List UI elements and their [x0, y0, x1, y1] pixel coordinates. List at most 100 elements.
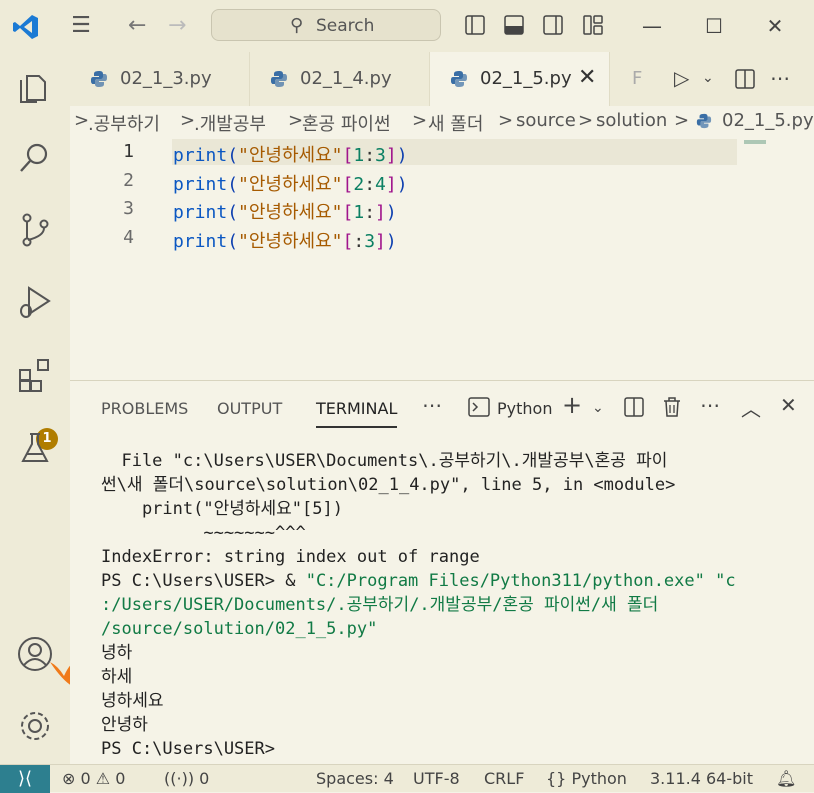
line-number: 1 [123, 141, 134, 162]
breadcrumb-separator: > [288, 110, 304, 131]
tab-overflow[interactable]: F [610, 52, 650, 106]
breadcrumb-item[interactable]: solution [596, 110, 667, 131]
tab-problems[interactable]: PROBLEMS [101, 399, 188, 418]
breadcrumb-item[interactable]: 혼공 파이썬 [302, 110, 391, 136]
more-actions-icon[interactable]: ⋯ [700, 393, 720, 417]
source-control-icon[interactable] [17, 212, 53, 248]
tab-label: 02_1_5.py [480, 68, 572, 89]
trash-icon[interactable] [662, 396, 682, 418]
warnings-count: 0 [115, 769, 126, 788]
tab-terminal[interactable]: TERMINAL [316, 399, 398, 428]
line-number: 2 [123, 170, 134, 191]
customize-layout-icon[interactable] [582, 14, 604, 36]
search-placeholder: Search [316, 16, 375, 36]
terminal-output[interactable]: File "c:\Users\USER\Documents\.공부하기\.개발공… [101, 449, 801, 761]
breadcrumb-item[interactable]: source [516, 110, 576, 131]
terminal-line: print("안녕하세요"[5]) [101, 499, 343, 519]
new-terminal-icon[interactable]: + [562, 391, 582, 419]
terminal-line: 썬\새 폴더\source\solution\02_1_4.py", line … [101, 475, 676, 495]
run-python-file-icon[interactable]: ▷ [674, 66, 689, 90]
terminal-line: 하세 [101, 667, 133, 687]
chevron-down-icon[interactable]: ⌄ [592, 400, 604, 416]
toggle-secondary-sidebar-icon[interactable] [542, 14, 564, 36]
command-search-box[interactable]: ⚲ Search [211, 9, 441, 41]
terminal-line: 안녕하 [101, 715, 148, 735]
terminal-icon [468, 397, 490, 417]
flask-icon[interactable] [17, 430, 53, 466]
tab-label: 02_1_4.py [300, 68, 392, 89]
chevron-down-icon[interactable]: ⌄ [702, 70, 714, 86]
close-window-icon[interactable]: ✕ [763, 14, 787, 38]
maximize-panel-icon[interactable]: ︿ [741, 393, 761, 422]
files-icon[interactable] [17, 70, 53, 106]
breadcrumb-separator: > [180, 110, 196, 131]
tab-output[interactable]: OUTPUT [217, 399, 282, 418]
terminal-line: 녕하 [101, 643, 133, 663]
breadcrumb-item[interactable]: .개발공부 [194, 110, 266, 136]
tab-label: F [632, 68, 643, 89]
terminal-line: File "c:\Users\USER\Documents\.공부하기\.개발공… [101, 451, 668, 471]
breadcrumb-item[interactable]: 02_1_5.py [722, 110, 814, 131]
language-status[interactable]: {} Python [546, 769, 627, 788]
terminal-line: /source/solution/02_1_5.py" [101, 619, 378, 639]
split-editor-icon[interactable] [734, 68, 756, 90]
bottom-panel: PROBLEMS OUTPUT TERMINAL ⋯ Python + ⌄ ⋯ … [70, 380, 814, 764]
arrow-left-icon[interactable]: ← [128, 13, 146, 38]
split-terminal-icon[interactable] [623, 396, 645, 418]
language-label: Python [571, 769, 627, 788]
remote-indicator-icon[interactable]: ⟩⟨ [0, 765, 50, 793]
eol-status[interactable]: CRLF [484, 769, 524, 788]
terminal-name[interactable]: Python [497, 399, 552, 418]
more-actions-icon[interactable]: ⋯ [770, 66, 790, 90]
tab-02-1-4[interactable]: 02_1_4.py [250, 52, 430, 106]
arrow-right-icon[interactable]: → [168, 13, 186, 38]
errors-count: 0 [80, 769, 91, 788]
python-file-icon [451, 71, 467, 87]
tab-02-1-3[interactable]: 02_1_3.py [70, 52, 250, 106]
search-icon[interactable] [17, 140, 53, 176]
breadcrumb-item[interactable]: .공부하기 [88, 110, 160, 136]
terminal-line: ~~~~~~~^^^ [101, 523, 306, 543]
minimize-icon[interactable]: — [640, 14, 664, 38]
terminal-line: PS C:\Users\USER> [101, 739, 275, 759]
editor-tabs: 02_1_3.py 02_1_4.py 02_1_5.py ✕ F ▷ ⌄ ⋯ [70, 52, 814, 106]
status-bar: ⟩⟨ ⊗ 0 ⚠ 0 ((·)) 0 Spaces: 4 UTF-8 CRLF … [0, 764, 814, 793]
toggle-panel-icon[interactable] [503, 14, 525, 36]
python-file-icon [91, 71, 107, 87]
ports-status[interactable]: ((·)) 0 [164, 769, 209, 788]
terminal-line: PS C:\Users\USER> & "C:/Program Files/Py… [101, 571, 736, 591]
tab-02-1-5[interactable]: 02_1_5.py ✕ [430, 52, 610, 106]
search-icon: ⚲ [290, 15, 304, 36]
broadcast-icon: ((·)) [164, 769, 195, 788]
code-editor[interactable]: 1 print("안녕하세요"[1:3]) 2 print("안녕하세요"[2:… [70, 136, 814, 380]
indentation-status[interactable]: Spaces: 4 [316, 769, 394, 788]
line-number: 4 [123, 227, 134, 248]
encoding-status[interactable]: UTF-8 [413, 769, 460, 788]
toggle-primary-sidebar-icon[interactable] [464, 14, 486, 36]
title-bar: ☰ ← → ⚲ Search — ☐ ✕ [0, 0, 814, 52]
notifications-bell-icon[interactable]: 🔔︎ [776, 769, 796, 788]
errors-status[interactable]: ⊗ 0 ⚠ 0 [62, 769, 125, 788]
extensions-icon[interactable] [17, 358, 53, 394]
warning-icon: ⚠ [95, 769, 111, 788]
menu-icon[interactable]: ☰ [68, 14, 94, 38]
code-line: print("안녕하세요"[2:4]) [173, 174, 408, 195]
tab-label: 02_1_3.py [120, 68, 212, 89]
breadcrumb-separator: > [412, 110, 428, 131]
line-number: 3 [123, 198, 134, 219]
breadcrumb-item[interactable]: 새 폴더 [428, 110, 483, 136]
minimap[interactable] [744, 140, 766, 144]
python-file-icon [271, 71, 287, 87]
terminal-line: IndexError: string index out of range [101, 547, 480, 567]
interpreter-status[interactable]: 3.11.4 64-bit [650, 769, 753, 788]
code-line: print("안녕하세요"[1:]) [173, 202, 397, 223]
gear-icon[interactable] [17, 708, 53, 744]
code-line: print("안녕하세요"[:3]) [173, 231, 397, 252]
more-views-icon[interactable]: ⋯ [422, 393, 442, 417]
debug-icon[interactable] [17, 284, 53, 320]
close-panel-icon[interactable]: ✕ [780, 393, 797, 417]
vscode-logo-icon [13, 15, 38, 39]
maximize-icon[interactable]: ☐ [702, 14, 726, 38]
activity-bar: 1 [0, 52, 80, 764]
close-tab-icon[interactable]: ✕ [578, 65, 596, 90]
